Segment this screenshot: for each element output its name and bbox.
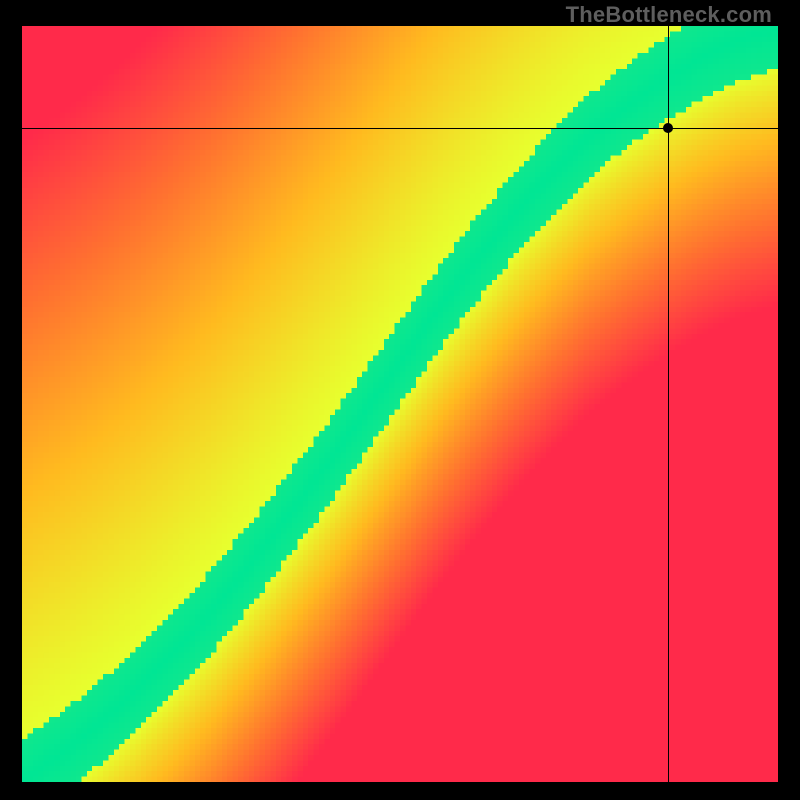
watermark-label: TheBottleneck.com <box>566 2 772 28</box>
heatmap-plot <box>22 26 778 782</box>
heatmap-canvas <box>22 26 778 782</box>
